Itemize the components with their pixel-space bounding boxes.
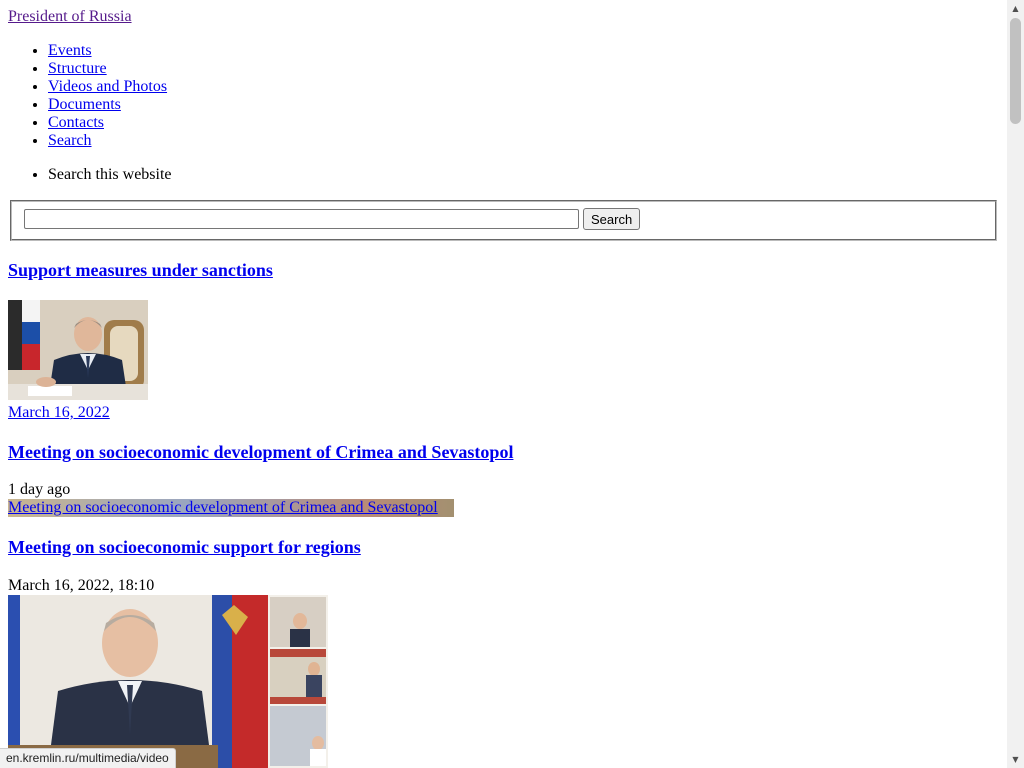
nav-item-contacts: Contacts <box>48 114 167 132</box>
search-input[interactable] <box>24 209 579 229</box>
page: President of Russia Events Structure Vid… <box>0 0 1007 768</box>
article-3-photo <box>8 595 328 768</box>
article-2-date: 1 day ago <box>8 481 71 498</box>
search-button[interactable]: Search <box>583 208 641 230</box>
article-3-thumbnail[interactable] <box>8 595 328 768</box>
article-1-title: Support measures under sanctions <box>8 260 273 281</box>
scroll-up-arrow-icon[interactable]: ▲ <box>1007 0 1024 17</box>
nav-link-events[interactable]: Events <box>48 42 92 59</box>
nav-link-videos-photos[interactable]: Videos and Photos <box>48 78 167 95</box>
article-1-thumbnail[interactable] <box>8 300 148 400</box>
vertical-scrollbar[interactable]: ▲ ▼ <box>1007 0 1024 768</box>
nav-link-structure[interactable]: Structure <box>48 60 107 77</box>
article-3-title: Meeting on socioeconomic support for reg… <box>8 537 361 558</box>
nav-item-search: Search <box>48 132 167 150</box>
nav-item-events: Events <box>48 42 167 60</box>
status-bar-url: en.kremlin.ru/multimedia/video <box>0 748 176 768</box>
search-section: Search this website <box>8 166 172 184</box>
article-2-title-link[interactable]: Meeting on socioeconomic development of … <box>8 442 513 462</box>
nav-item-documents: Documents <box>48 96 167 114</box>
search-label: Search this website <box>48 166 172 184</box>
nav-item-structure: Structure <box>48 60 167 78</box>
nav-link-documents[interactable]: Documents <box>48 96 121 113</box>
nav-link-contacts[interactable]: Contacts <box>48 114 104 131</box>
article-1-date-link[interactable]: March 16, 2022 <box>8 404 110 422</box>
site-title-link[interactable]: President of Russia <box>8 8 132 26</box>
scroll-down-arrow-icon[interactable]: ▼ <box>1007 751 1024 768</box>
scroll-thumb[interactable] <box>1010 18 1021 124</box>
article-1-photo <box>8 300 148 400</box>
article-2-image-link[interactable]: Meeting on socioeconomic development of … <box>8 499 454 517</box>
article-2-title: Meeting on socioeconomic development of … <box>8 442 513 463</box>
search-fieldset: Search <box>10 200 997 241</box>
article-1-title-link[interactable]: Support measures under sanctions <box>8 260 273 280</box>
article-3-title-link[interactable]: Meeting on socioeconomic support for reg… <box>8 537 361 557</box>
nav-link-search[interactable]: Search <box>48 132 92 149</box>
article-3-date: March 16, 2022, 18:10 <box>8 577 155 594</box>
nav-item-videos-photos: Videos and Photos <box>48 78 167 96</box>
main-nav: Events Structure Videos and Photos Docum… <box>8 42 167 150</box>
